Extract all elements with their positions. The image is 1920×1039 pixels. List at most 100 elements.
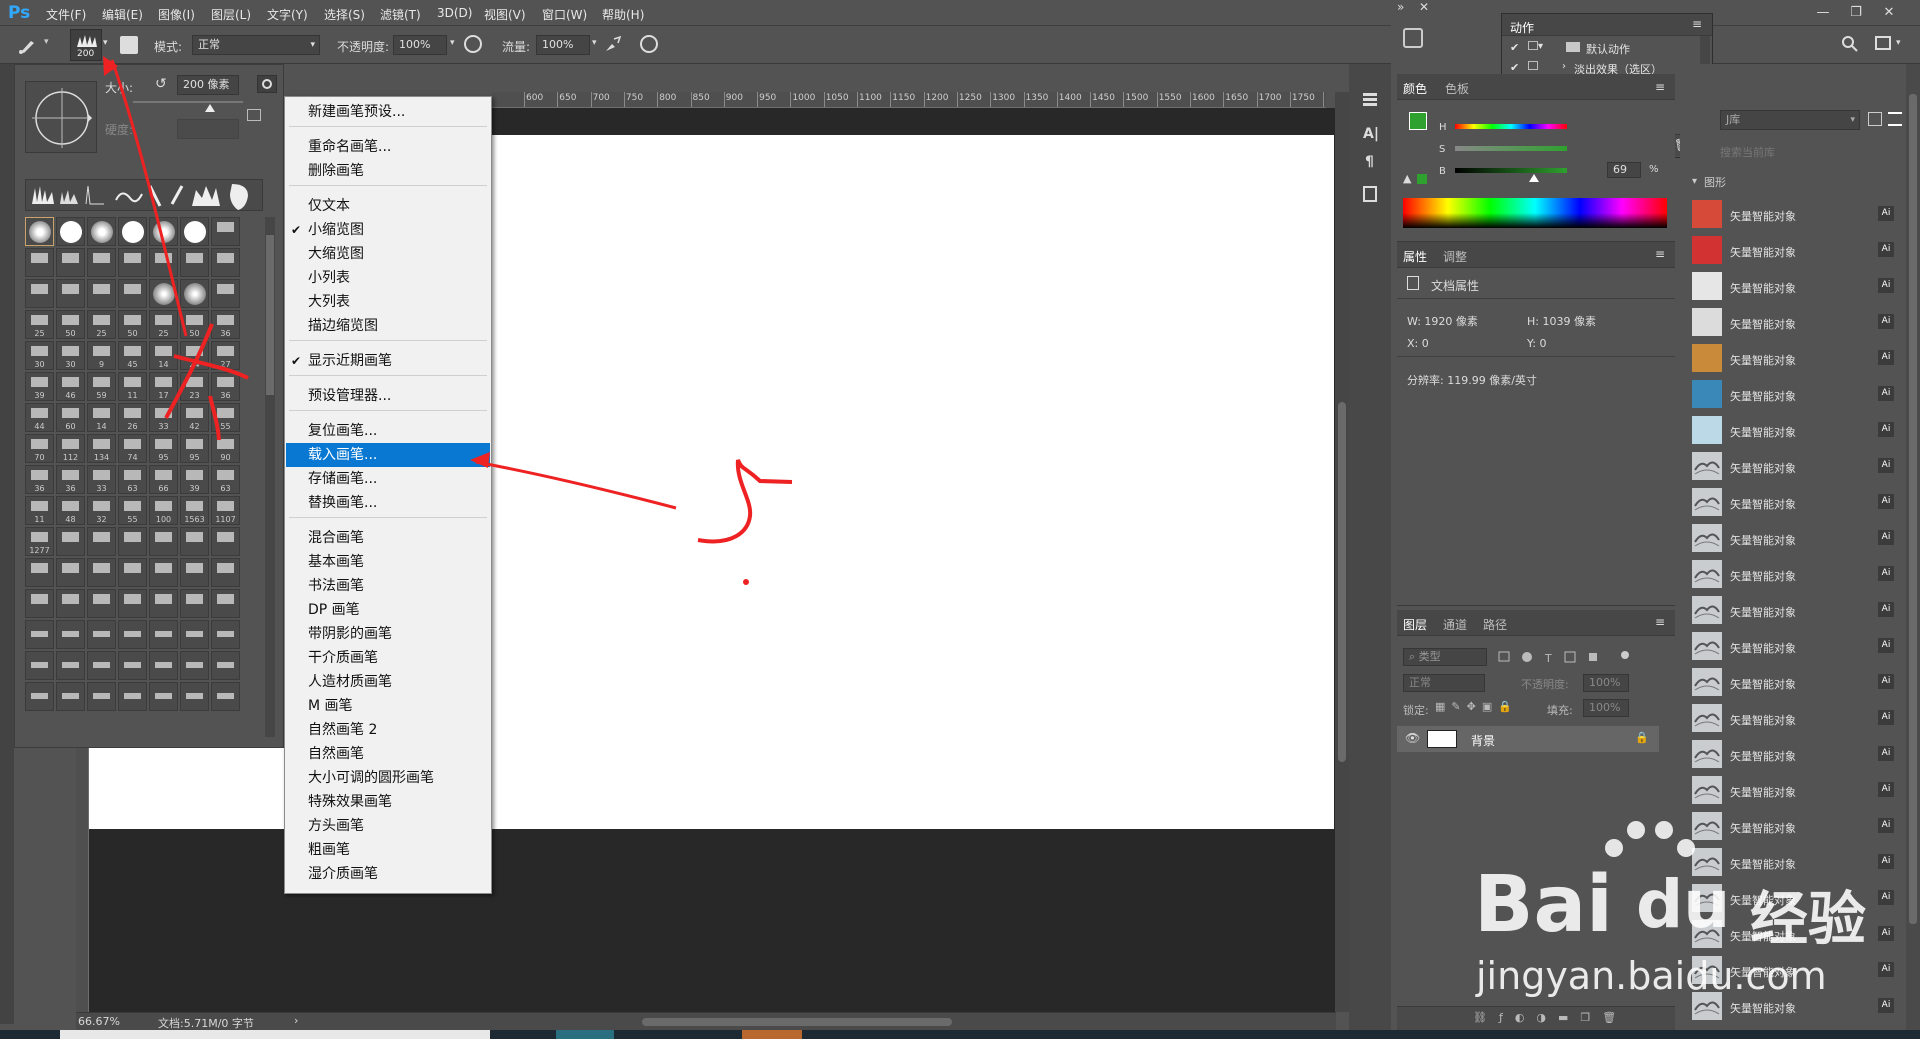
action-check-icon[interactable]: ✔ xyxy=(1510,41,1519,54)
close-icon[interactable]: ✕ xyxy=(1876,4,1902,22)
menu-item-25[interactable]: 大小可调的圆形画笔 xyxy=(286,766,490,790)
new-preset-icon[interactable] xyxy=(247,109,261,121)
brush-preset-cell[interactable] xyxy=(211,248,240,277)
library-search[interactable]: 搜索当前库 xyxy=(1720,144,1775,160)
zoom-level[interactable]: 66.67% xyxy=(78,1015,120,1028)
menu-item-4[interactable]: 文字(Y) xyxy=(267,6,308,23)
fill-input[interactable]: 100% xyxy=(1583,699,1629,717)
brush-preset-cell[interactable]: 70 xyxy=(25,434,54,463)
expand-chevron-icon[interactable]: ▾ xyxy=(1538,41,1543,52)
library-item[interactable]: 矢量智能对象 Ai xyxy=(1680,592,1906,628)
library-select[interactable]: J库 ▾ xyxy=(1720,110,1860,130)
menu-item-28[interactable]: 粗画笔 xyxy=(286,838,490,862)
brush-preset-cell[interactable]: 1277 xyxy=(25,527,54,556)
gamut-warning-icon[interactable]: ▲ xyxy=(1403,172,1411,185)
brush-preset-cell[interactable]: 50 xyxy=(118,310,147,339)
brush-preset-cell[interactable] xyxy=(180,527,209,556)
brush-preset-cell[interactable]: 33 xyxy=(87,465,116,494)
menu-item-26[interactable]: 特殊效果画笔 xyxy=(286,790,490,814)
brush-preset-cell[interactable]: 30 xyxy=(56,341,85,370)
brush-preset-cell[interactable] xyxy=(149,217,178,246)
blend-mode-select[interactable]: 正常 xyxy=(1403,674,1485,692)
brush-preset-cell[interactable]: 11 xyxy=(25,496,54,525)
brush-preset-cell[interactable] xyxy=(211,558,240,587)
brush-preset-cell[interactable] xyxy=(56,279,85,308)
brush-preset-cell[interactable] xyxy=(56,527,85,556)
search-icon[interactable] xyxy=(1842,36,1858,52)
brush-preset-cell[interactable] xyxy=(118,651,147,680)
brush-grid-scroll-thumb[interactable] xyxy=(266,235,274,395)
menu-item-18[interactable]: DP 画笔 xyxy=(286,598,490,622)
brush-preset-cell[interactable]: 100 xyxy=(149,496,178,525)
brush-preset-cell[interactable]: 36 xyxy=(211,310,240,339)
tab-color[interactable]: 颜色 xyxy=(1403,80,1427,97)
brush-preset-cell[interactable] xyxy=(56,558,85,587)
brush-preset-cell[interactable]: 45 xyxy=(118,341,147,370)
brush-preset-cell[interactable] xyxy=(56,217,85,246)
menu-item-9[interactable]: 显示近期画笔 ✔ xyxy=(286,349,490,373)
section-collapse-icon[interactable]: ▾ xyxy=(1692,176,1697,187)
menu-item-3[interactable]: 仅文本 xyxy=(286,194,490,218)
brush-preset-cell[interactable]: 42 xyxy=(180,403,209,432)
library-item[interactable]: 矢量智能对象 Ai xyxy=(1680,700,1906,736)
layers-menu-icon[interactable]: ≡ xyxy=(1655,615,1665,629)
menu-item-10[interactable]: 帮助(H) xyxy=(602,6,644,23)
brush-preset-cell[interactable]: 23 xyxy=(180,372,209,401)
flow-input[interactable]: 100% xyxy=(536,35,590,55)
brush-preset-cell[interactable]: 14 xyxy=(149,341,178,370)
brush-preset-cell[interactable] xyxy=(149,682,178,711)
brush-preset-cell[interactable]: 39 xyxy=(180,465,209,494)
brush-preset-cell[interactable]: 30 xyxy=(25,341,54,370)
brush-preset-cell[interactable]: 44 xyxy=(25,403,54,432)
brush-preset-cell[interactable] xyxy=(87,651,116,680)
opacity-input[interactable]: 100% xyxy=(393,35,447,55)
brush-preset-cell[interactable] xyxy=(118,558,147,587)
dialog-toggle-icon[interactable] xyxy=(1528,41,1538,50)
x-value[interactable]: X: 0 xyxy=(1407,337,1429,350)
scroll-thumb[interactable] xyxy=(1338,402,1346,762)
brush-preset-cell[interactable]: 48 xyxy=(56,496,85,525)
flow-chevron-icon[interactable]: ▾ xyxy=(592,38,597,48)
menu-item-3[interactable]: 图层(L) xyxy=(211,6,251,23)
y-value[interactable]: Y: 0 xyxy=(1527,337,1546,350)
brush-preset-cell[interactable] xyxy=(149,589,178,618)
websafe-swatch[interactable] xyxy=(1417,174,1427,184)
brush-preset-cell[interactable]: 59 xyxy=(87,372,116,401)
size-slider-thumb[interactable] xyxy=(205,104,215,112)
foreground-swatch[interactable] xyxy=(1409,112,1427,130)
library-item[interactable]: 矢量智能对象 Ai xyxy=(1680,196,1906,232)
brush-preset-cell[interactable] xyxy=(149,248,178,277)
saturation-slider[interactable] xyxy=(1455,146,1567,151)
brush-preset-cell[interactable] xyxy=(118,682,147,711)
brush-preset-cell[interactable] xyxy=(87,682,116,711)
library-item[interactable]: 矢量智能对象 Ai xyxy=(1680,268,1906,304)
brush-preset-cell[interactable] xyxy=(180,651,209,680)
menu-item-9[interactable]: 窗口(W) xyxy=(542,6,587,23)
brush-preset-cell[interactable]: 36 xyxy=(25,465,54,494)
tab-channels[interactable]: 通道 xyxy=(1443,616,1467,633)
brush-preset-cell[interactable]: 33 xyxy=(149,403,178,432)
color-spectrum-bar[interactable] xyxy=(1403,198,1667,228)
brush-preset-cell[interactable]: 66 xyxy=(149,465,178,494)
workspace-chevron-icon[interactable]: ▾ xyxy=(1896,38,1901,48)
brush-preset-cell[interactable] xyxy=(180,279,209,308)
visibility-eye-icon[interactable]: 👁 xyxy=(1405,731,1420,745)
library-item[interactable]: 矢量智能对象 Ai xyxy=(1680,628,1906,664)
brush-preset-cell[interactable]: 1563 xyxy=(180,496,209,525)
brush-settings-gear-icon[interactable] xyxy=(257,75,277,93)
brush-preset-cell[interactable] xyxy=(180,558,209,587)
brush-preset-cell[interactable]: 60 xyxy=(56,403,85,432)
brush-preset-cell[interactable] xyxy=(118,589,147,618)
brush-preset-cell[interactable] xyxy=(180,620,209,649)
library-item[interactable]: 矢量智能对象 Ai xyxy=(1680,736,1906,772)
color-menu-icon[interactable]: ≡ xyxy=(1655,80,1665,94)
brush-preset-cell[interactable]: 17 xyxy=(149,372,178,401)
library-item[interactable]: 矢量智能对象 Ai xyxy=(1680,304,1906,340)
brush-preset-cell[interactable] xyxy=(211,651,240,680)
brush-preset-cell[interactable] xyxy=(56,248,85,277)
brush-preset-cell[interactable]: 63 xyxy=(211,465,240,494)
menu-item-7[interactable]: 大列表 xyxy=(286,290,490,314)
menu-item-1[interactable]: 重命名画笔... xyxy=(286,135,490,159)
brush-preset-cell[interactable] xyxy=(211,682,240,711)
brush-preset-cell[interactable] xyxy=(180,217,209,246)
